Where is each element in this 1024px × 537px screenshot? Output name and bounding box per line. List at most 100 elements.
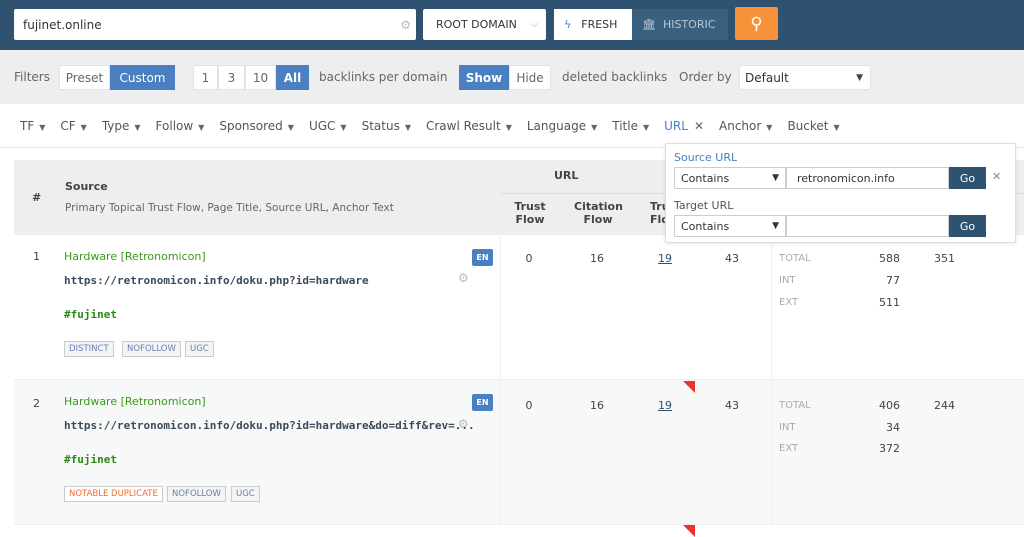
citation-flow-value: 16 <box>590 252 604 265</box>
total-label: TOTAL <box>779 400 811 411</box>
preset-button[interactable]: Preset <box>59 65 110 90</box>
topical-trust-flow-link[interactable]: 19 <box>645 252 685 265</box>
ext-label: EXT <box>779 297 799 308</box>
col-trust-flow[interactable]: Trust Flow <box>510 200 550 226</box>
caret-down-icon: ▼ <box>80 122 87 132</box>
column-value: 351 <box>934 252 955 265</box>
per-domain-10[interactable]: 10 <box>245 65 276 90</box>
table-row: 1 Hardware [Retronomicon] https://retron… <box>14 235 1024 380</box>
per-domain-label: backlinks per domain <box>319 70 448 84</box>
tab-status[interactable]: Status ▼ <box>362 119 411 133</box>
tab-sponsored[interactable]: Sponsored ▼ <box>219 119 294 133</box>
domain-search-input[interactable]: fujinet.online ⚙ <box>14 9 416 40</box>
scope-value: ROOT DOMAIN <box>436 18 517 31</box>
caret-down-icon: ▼ <box>856 72 863 83</box>
search-icon: ⚲ <box>750 13 763 34</box>
source-url-operator-select[interactable]: Contains ▼ <box>674 167 786 189</box>
target-url-label: Target URL <box>674 199 734 212</box>
total-value: 588 <box>879 252 900 265</box>
caret-down-icon: ▼ <box>766 122 773 132</box>
tab-type[interactable]: Type ▼ <box>102 119 141 133</box>
target-url-go-button[interactable]: Go <box>949 215 986 237</box>
col-source[interactable]: Source <box>65 180 108 193</box>
tab-url[interactable]: URL ✕ <box>664 119 704 133</box>
topical-trust-flow-link[interactable]: 19 <box>645 399 685 412</box>
per-domain-all[interactable]: All <box>276 65 309 90</box>
historic-label: HISTORIC <box>662 18 716 31</box>
fresh-button[interactable]: ϟ FRESH <box>554 9 632 40</box>
col-number: # <box>32 191 42 204</box>
order-by-select[interactable]: Default ▼ <box>739 65 871 90</box>
page-title: Hardware [Retronomicon] <box>64 250 206 263</box>
chevron-down-icon: ⌵ <box>530 19 538 30</box>
caret-down-icon: ▼ <box>287 122 294 132</box>
col-citation-flow[interactable]: Citation Flow <box>574 200 623 226</box>
source-url-go-button[interactable]: Go <box>949 167 986 189</box>
citation-flow-value: 16 <box>590 399 604 412</box>
source-url-link[interactable]: https://retronomicon.info/doku.php?id=ha… <box>64 274 369 287</box>
int-value: 77 <box>886 274 900 287</box>
int-value: 34 <box>886 421 900 434</box>
anchor-text: #fujinet <box>64 308 117 321</box>
tab-cf[interactable]: CF ▼ <box>60 119 86 133</box>
custom-button[interactable]: Custom <box>110 65 175 90</box>
close-icon[interactable]: ✕ <box>694 119 704 133</box>
language-badge: EN <box>472 249 493 266</box>
new-marker-icon <box>683 381 695 393</box>
badge-nofollow: NOFOLLOW <box>122 341 181 357</box>
caret-down-icon: ▼ <box>198 122 205 132</box>
total-value: 406 <box>879 399 900 412</box>
tab-language[interactable]: Language ▼ <box>527 119 597 133</box>
caret-down-icon: ▼ <box>134 122 141 132</box>
gear-icon[interactable]: ⚙ <box>400 18 411 32</box>
caret-down-icon: ▼ <box>833 122 840 132</box>
total-label: TOTAL <box>779 253 811 264</box>
gear-icon[interactable]: ⚙ <box>458 417 469 431</box>
tab-tf[interactable]: TF ▼ <box>20 119 45 133</box>
badge-distinct: DISTINCT <box>64 341 114 357</box>
target-url-input[interactable] <box>786 215 949 237</box>
close-icon[interactable]: ✕ <box>992 170 1001 183</box>
order-by-label: Order by <box>679 70 732 84</box>
tab-anchor[interactable]: Anchor ▼ <box>719 119 772 133</box>
lightning-icon: ϟ <box>564 18 572 31</box>
search-button[interactable]: ⚲ <box>735 7 778 40</box>
caret-down-icon: ▼ <box>591 122 598 132</box>
trust-flow-value: 0 <box>525 399 533 412</box>
per-domain-3[interactable]: 3 <box>218 65 245 90</box>
source-url-label: Source URL <box>674 151 738 164</box>
caret-down-icon: ▼ <box>39 122 46 132</box>
caret-down-icon: ▼ <box>642 122 650 132</box>
language-badge: EN <box>472 394 493 411</box>
caret-down-icon: ▼ <box>772 173 779 183</box>
show-deleted-button[interactable]: Show <box>459 65 509 90</box>
url-filter-popup: Source URL Contains ▼ retronomicon.info G… <box>665 143 1016 243</box>
caret-down-icon: ▼ <box>505 122 512 132</box>
top-bar: fujinet.online ⚙ ROOT DOMAIN ⌵ ϟ FRESH 🏛 H… <box>0 0 1024 50</box>
tab-title[interactable]: Title ▼ <box>612 119 649 133</box>
int-label: INT <box>779 422 796 433</box>
row-number: 1 <box>33 250 40 263</box>
gear-icon[interactable]: ⚙ <box>458 271 469 285</box>
tab-crawl-result[interactable]: Crawl Result ▼ <box>426 119 512 133</box>
source-url-link[interactable]: https://retronomicon.info/doku.php?id=ha… <box>64 419 475 432</box>
source-url-input[interactable]: retronomicon.info <box>786 167 949 189</box>
search-value: fujinet.online <box>23 17 102 32</box>
page-title: Hardware [Retronomicon] <box>64 395 206 408</box>
caret-down-icon: ▼ <box>772 221 779 231</box>
historic-button[interactable]: 🏛 HISTORIC <box>632 9 728 40</box>
tab-follow[interactable]: Follow ▼ <box>156 119 205 133</box>
tab-bucket[interactable]: Bucket ▼ <box>787 119 839 133</box>
anchor-text: #fujinet <box>64 453 117 466</box>
row-number: 2 <box>33 397 40 410</box>
target-url-operator-select[interactable]: Contains ▼ <box>674 215 786 237</box>
tab-ugc[interactable]: UGC ▼ <box>309 119 347 133</box>
col-group-url: URL <box>554 169 579 182</box>
badge-notable-duplicate: NOTABLE DUPLICATE <box>64 486 163 502</box>
scope-select[interactable]: ROOT DOMAIN ⌵ <box>423 9 546 40</box>
ext-value: 372 <box>879 442 900 455</box>
hide-deleted-button[interactable]: Hide <box>509 65 551 90</box>
caret-down-icon: ▼ <box>404 122 411 132</box>
column-filter-tabs: TF ▼ CF ▼ Type ▼ Follow ▼ Sponsored ▼ UGC ▼ St… <box>0 104 1024 148</box>
per-domain-1[interactable]: 1 <box>193 65 218 90</box>
